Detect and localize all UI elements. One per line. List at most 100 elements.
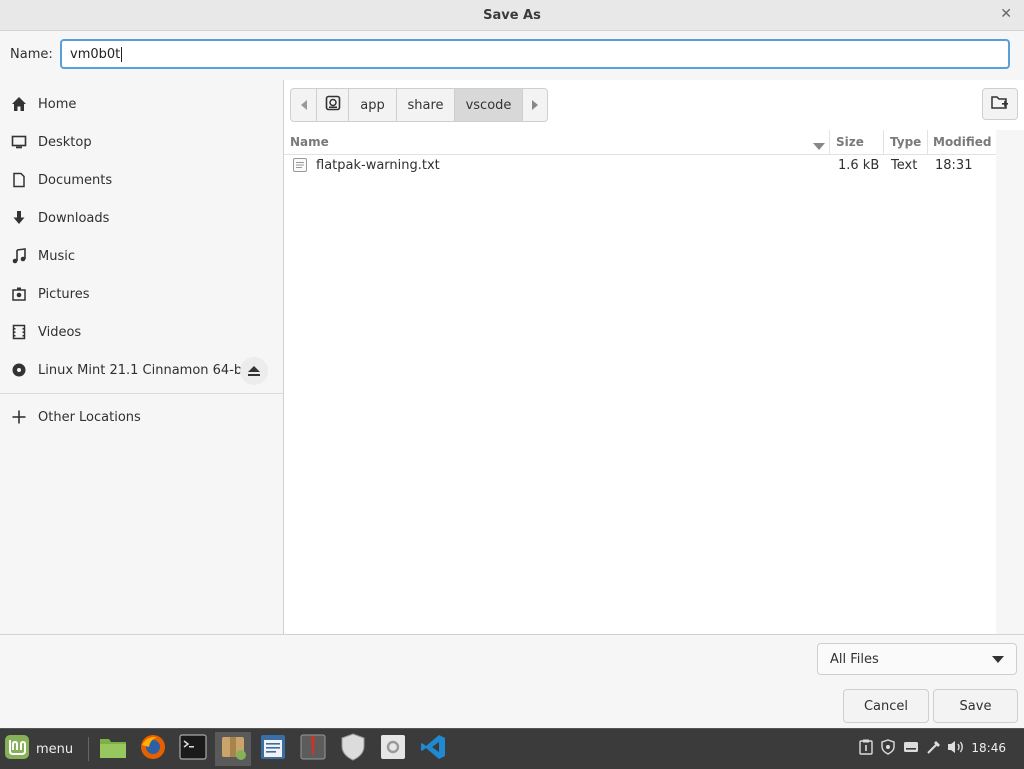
- tray-volume[interactable]: [945, 729, 967, 769]
- text-file-icon: [292, 154, 308, 176]
- taskbar: menu 18:46: [0, 728, 1024, 769]
- home-icon: [0, 96, 38, 112]
- column-name-header[interactable]: Name: [290, 130, 825, 154]
- sidebar-item-music[interactable]: Music: [0, 237, 283, 275]
- sidebar-item-documents[interactable]: Documents: [0, 161, 283, 199]
- column-divider: [829, 130, 830, 154]
- taskbar-security-button[interactable]: [335, 732, 371, 766]
- dialog-footer: All Files Cancel Save: [0, 634, 1024, 729]
- new-folder-icon: [991, 94, 1009, 114]
- videos-icon: [0, 324, 38, 340]
- settings-icon: [379, 733, 407, 765]
- name-label: Name:: [10, 47, 53, 62]
- path-root-button[interactable]: [317, 89, 349, 121]
- taskbar-clock[interactable]: 18:46: [971, 741, 1006, 755]
- sidebar-item-pictures[interactable]: Pictures: [0, 275, 283, 313]
- path-crumb-app[interactable]: app: [349, 89, 397, 121]
- path-scroll-left-button[interactable]: [291, 89, 317, 121]
- chevron-down-icon: [992, 656, 1004, 663]
- documents-icon: [0, 172, 38, 188]
- network-icon: [926, 739, 942, 759]
- taskbar-archive-manager-button[interactable]: [215, 732, 251, 766]
- pictures-icon: [0, 286, 38, 302]
- file-browser: app share vscode Name Size Type Modified…: [284, 80, 1024, 634]
- firefox-icon: [139, 733, 167, 765]
- file-type-filter-dropdown[interactable]: All Files: [817, 643, 1017, 675]
- sidebar-item-videos[interactable]: Videos: [0, 313, 283, 351]
- filename-value: vm0b0t: [70, 47, 121, 62]
- text-editor-icon: [259, 733, 287, 765]
- column-divider: [927, 130, 928, 154]
- sidebar-item-label: Videos: [38, 324, 82, 340]
- path-scroll-right-button[interactable]: [523, 89, 547, 121]
- sidebar-item-label: Downloads: [38, 210, 110, 226]
- save-button[interactable]: Save: [933, 689, 1018, 723]
- taskbar-divider: [88, 737, 89, 761]
- sidebar-item-label: Home: [38, 96, 77, 112]
- path-crumb-vscode[interactable]: vscode: [455, 89, 523, 121]
- name-row: Name: vm0b0t: [0, 31, 1024, 80]
- path-crumb-share[interactable]: share: [397, 89, 455, 121]
- sidebar-item-label: Linux Mint 21.1 Cinnamon 64-bit: [38, 362, 251, 378]
- keyboard-icon: [903, 741, 919, 757]
- gimp-icon: [299, 733, 327, 765]
- taskbar-settings-button[interactable]: [375, 732, 411, 766]
- volume-icon: [947, 739, 965, 759]
- disc-icon: [0, 362, 38, 378]
- tray-security[interactable]: [878, 729, 898, 769]
- drive-icon: [325, 95, 341, 115]
- cancel-button[interactable]: Cancel: [843, 689, 929, 723]
- column-size-header[interactable]: Size: [836, 130, 880, 154]
- archive-icon: [219, 733, 247, 765]
- sidebar-item-label: Other Locations: [38, 409, 141, 425]
- sort-descending-icon: [813, 139, 825, 153]
- filter-selected-value: All Files: [830, 651, 879, 667]
- column-type-header[interactable]: Type: [890, 130, 926, 154]
- column-name-label: Name: [290, 135, 329, 149]
- taskbar-text-editor-button[interactable]: [255, 732, 291, 766]
- sidebar-item-downloads[interactable]: Downloads: [0, 199, 283, 237]
- taskbar-files-button[interactable]: [95, 732, 131, 766]
- file-size: 1.6 kB: [838, 157, 880, 173]
- vscode-icon: [420, 734, 446, 764]
- shield-icon: [340, 733, 366, 765]
- taskbar-terminal-button[interactable]: [175, 732, 211, 766]
- sidebar-item-home[interactable]: Home: [0, 85, 283, 123]
- taskbar-gimp-button[interactable]: [295, 732, 331, 766]
- folder-icon: [99, 735, 127, 763]
- window-title: Save As: [483, 7, 541, 23]
- tray-update-manager[interactable]: [856, 729, 876, 769]
- sidebar-item-desktop[interactable]: Desktop: [0, 123, 283, 161]
- sidebar-item-label: Music: [38, 248, 75, 264]
- taskbar-firefox-button[interactable]: [135, 732, 171, 766]
- clipboard-icon: [859, 739, 873, 759]
- file-type: Text: [891, 157, 918, 173]
- taskbar-vscode-button[interactable]: [415, 732, 451, 766]
- plus-icon: [0, 409, 38, 425]
- new-folder-button[interactable]: [982, 88, 1018, 120]
- column-header: Name Size Type Modified: [284, 130, 996, 155]
- text-caret: [121, 47, 123, 62]
- sidebar-item-label: Pictures: [38, 286, 90, 302]
- scrollbar-track[interactable]: [996, 130, 1024, 634]
- file-name: flatpak-warning.txt: [316, 157, 440, 173]
- filename-input[interactable]: vm0b0t: [60, 39, 1010, 69]
- sidebar-item-other-locations[interactable]: Other Locations: [0, 398, 283, 436]
- tray-keyboard[interactable]: [900, 729, 922, 769]
- sidebar-divider: [0, 393, 283, 394]
- column-modified-header[interactable]: Modified: [933, 130, 995, 154]
- mint-logo-icon: [4, 734, 30, 764]
- desktop-icon: [0, 134, 38, 150]
- tray-network[interactable]: [923, 729, 945, 769]
- mint-menu-button[interactable]: menu: [4, 735, 73, 763]
- close-icon[interactable]: ✕: [1000, 6, 1012, 22]
- file-row[interactable]: flatpak-warning.txt 1.6 kB Text 18:31: [284, 154, 996, 176]
- eject-icon[interactable]: [240, 357, 268, 385]
- menu-label: menu: [36, 741, 74, 757]
- path-bar: app share vscode: [290, 88, 548, 122]
- sidebar-item-label: Documents: [38, 172, 113, 188]
- downloads-icon: [0, 210, 38, 226]
- sidebar-item-linux-mint-disc[interactable]: Linux Mint 21.1 Cinnamon 64-bit: [0, 351, 283, 389]
- terminal-icon: [179, 734, 207, 764]
- sidebar-item-label: Desktop: [38, 134, 92, 150]
